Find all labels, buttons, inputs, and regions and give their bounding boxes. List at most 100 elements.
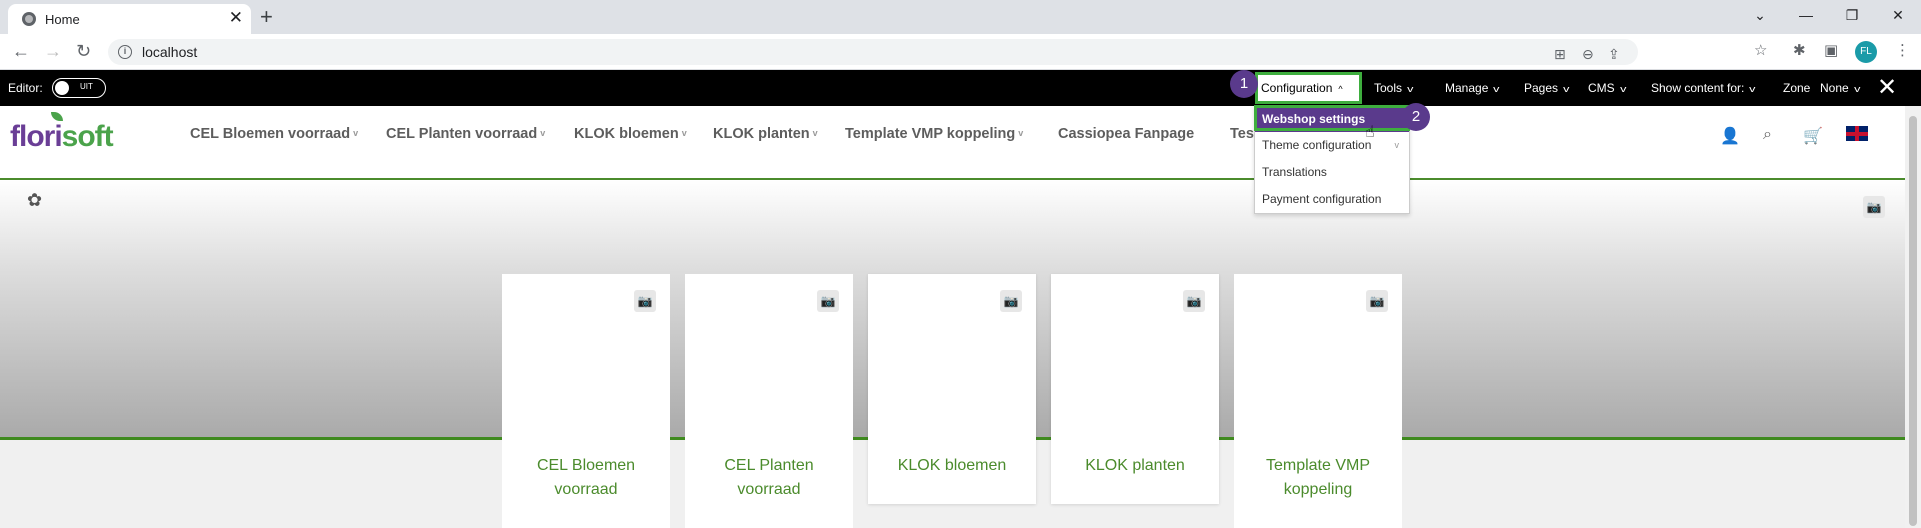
back-icon[interactable]: ← bbox=[12, 40, 30, 62]
window-controls: ⌄ — ❐ ✕ bbox=[1737, 0, 1921, 30]
chevron-down-icon: v bbox=[1407, 84, 1414, 94]
nav-item-cel-bloemen[interactable]: CEL Bloemen voorraad v bbox=[190, 126, 358, 142]
card-title-line: KLOK planten bbox=[1085, 457, 1185, 474]
camera-icon[interactable]: 📷 bbox=[1000, 290, 1022, 312]
menu-cms[interactable]: CMS v bbox=[1588, 81, 1627, 95]
card-title-line: koppeling bbox=[1283, 481, 1353, 498]
nav-label: Tes bbox=[1230, 126, 1254, 142]
camera-icon[interactable]: 📷 bbox=[1366, 290, 1388, 312]
logo-part1: flori bbox=[10, 120, 63, 153]
nav-item-klok-bloemen[interactable]: KLOK bloemen v bbox=[574, 126, 687, 142]
nav-label: CEL Bloemen voorraad bbox=[190, 126, 351, 142]
nav-label: Template VMP koppeling bbox=[845, 126, 1016, 142]
toggle-knob bbox=[55, 81, 69, 95]
category-card[interactable]: 📷 KLOK planten bbox=[1051, 274, 1219, 504]
new-tab-icon[interactable]: + bbox=[260, 4, 273, 30]
nav-item-cel-planten[interactable]: CEL Planten voorraad v bbox=[386, 126, 545, 142]
card-title: Template VMP koppeling bbox=[1234, 454, 1402, 502]
zoom-icon[interactable]: ⊖ bbox=[1582, 46, 1594, 62]
window-close-icon[interactable]: ✕ bbox=[1875, 0, 1921, 30]
menu-manage[interactable]: Manage v bbox=[1445, 81, 1500, 95]
menu-configuration[interactable]: Configuration ^ bbox=[1261, 81, 1343, 95]
camera-icon[interactable]: 📷 bbox=[1863, 196, 1885, 218]
nav-item-cassiopea[interactable]: Cassiopea Fanpage bbox=[1058, 126, 1194, 142]
dropdown-item-label: Theme configuration bbox=[1262, 138, 1372, 152]
restore-icon[interactable]: ❐ bbox=[1829, 0, 1875, 30]
editor-label: Editor: bbox=[8, 81, 43, 95]
dropdown-item-theme-configuration[interactable]: Theme configuration v bbox=[1255, 134, 1409, 156]
menu-show-content-label: Show content for: bbox=[1651, 81, 1745, 95]
menu-tools-label: Tools bbox=[1374, 81, 1403, 95]
editor-toggle[interactable]: UIT bbox=[52, 78, 106, 98]
chevron-down-icon: v bbox=[1563, 84, 1570, 94]
chevron-down-icon: v bbox=[681, 128, 687, 138]
user-icon[interactable]: 👤 bbox=[1720, 126, 1740, 146]
editor-bar: Editor: UIT Tools v Manage v Pages v CMS v S… bbox=[0, 70, 1921, 106]
chevron-down-icon: v bbox=[1749, 84, 1756, 94]
profile-avatar[interactable]: FL bbox=[1855, 41, 1877, 63]
step-marker-1: 1 bbox=[1230, 70, 1258, 98]
nav-label: KLOK bloemen bbox=[574, 126, 679, 142]
minimize-icon[interactable]: — bbox=[1783, 0, 1829, 30]
camera-icon[interactable]: 📷 bbox=[817, 290, 839, 312]
site-header: florisoft CEL Bloemen voorraad v CEL Plan… bbox=[0, 106, 1905, 178]
category-card[interactable]: 📷 Template VMP koppeling bbox=[1234, 274, 1402, 528]
category-card[interactable]: 📷 KLOK bloemen bbox=[868, 274, 1036, 504]
browser-tab[interactable]: Home ✕ bbox=[8, 4, 251, 34]
chevron-down-icon: v bbox=[540, 128, 546, 138]
camera-icon[interactable]: 📷 bbox=[634, 290, 656, 312]
translate-icon[interactable]: ⊞ bbox=[1554, 46, 1566, 62]
step-marker-2: 2 bbox=[1402, 103, 1430, 131]
reload-icon[interactable]: ↻ bbox=[76, 40, 91, 62]
close-editor-icon[interactable]: ✕ bbox=[1877, 75, 1897, 101]
category-card[interactable]: 📷 CEL Bloemen voorraad bbox=[502, 274, 670, 528]
nav-label: KLOK planten bbox=[713, 126, 810, 142]
bookmark-star-icon[interactable]: ☆ bbox=[1754, 42, 1767, 60]
browser-toolbar: ← → ↻ i localhost ⊞ ⊖ ⇪ . ☆ ✱ ▣ FL ⋮ bbox=[0, 34, 1921, 70]
uk-flag-icon[interactable] bbox=[1846, 126, 1868, 141]
nav-item-klok-planten[interactable]: KLOK planten v bbox=[713, 126, 818, 142]
nav-item-tes[interactable]: Tes bbox=[1230, 126, 1254, 142]
nav-label: Cassiopea Fanpage bbox=[1058, 126, 1195, 142]
zone-label: Zone bbox=[1783, 81, 1811, 95]
forward-icon[interactable]: → bbox=[44, 40, 62, 62]
menu-pages-label: Pages bbox=[1524, 81, 1559, 95]
camera-icon[interactable]: 📷 bbox=[1183, 290, 1205, 312]
address-bar[interactable]: i localhost ⊞ ⊖ ⇪ . bbox=[108, 39, 1638, 65]
share-icon[interactable]: ⇪ bbox=[1608, 46, 1620, 62]
extensions-icon[interactable]: ✱ bbox=[1793, 42, 1806, 60]
scrollbar-thumb[interactable] bbox=[1909, 116, 1917, 526]
chevron-down-icon: v bbox=[1619, 84, 1627, 94]
chevron-down-icon: v bbox=[812, 128, 818, 138]
toggle-state: UIT bbox=[80, 82, 93, 91]
tab-close-icon[interactable]: ✕ bbox=[229, 8, 243, 28]
card-title: CEL Planten voorraad bbox=[685, 454, 853, 502]
flower-settings-icon[interactable]: ✿ bbox=[27, 190, 42, 211]
tab-search-icon[interactable]: ⌄ bbox=[1737, 0, 1783, 30]
card-title-line: CEL Planten bbox=[724, 457, 814, 474]
menu-pages[interactable]: Pages v bbox=[1524, 81, 1569, 95]
category-card[interactable]: 📷 CEL Planten voorraad bbox=[685, 274, 853, 528]
menu-show-content-for[interactable]: Show content for: v bbox=[1651, 81, 1756, 95]
dropdown-item-translations[interactable]: Translations bbox=[1255, 161, 1409, 183]
menu-tools[interactable]: Tools v bbox=[1374, 81, 1413, 95]
side-panel-icon[interactable]: ▣ bbox=[1824, 42, 1838, 60]
nav-item-template-vmp[interactable]: Template VMP koppeling v bbox=[845, 126, 1023, 142]
cart-icon[interactable]: 🛒 bbox=[1803, 126, 1823, 146]
chevron-up-icon: ^ bbox=[1338, 84, 1343, 94]
chevron-down-icon: v bbox=[1018, 128, 1024, 138]
zone-select[interactable]: None v bbox=[1820, 81, 1860, 95]
zone-value: None bbox=[1820, 81, 1849, 95]
card-title-line: CEL Bloemen bbox=[536, 457, 636, 474]
menu-cms-label: CMS bbox=[1588, 81, 1615, 95]
page-scrollbar[interactable] bbox=[1905, 106, 1921, 528]
chevron-down-icon: v bbox=[1394, 140, 1400, 150]
menu-kebab-icon[interactable]: ⋮ bbox=[1895, 42, 1910, 60]
search-icon[interactable]: ⌕ bbox=[1763, 126, 1772, 144]
site-info-icon[interactable]: i bbox=[118, 45, 132, 59]
chevron-down-icon: v bbox=[1493, 84, 1500, 94]
florisoft-logo[interactable]: florisoft bbox=[10, 112, 114, 154]
dropdown-item-payment-configuration[interactable]: Payment configuration bbox=[1255, 188, 1409, 210]
browser-tab-bar: Home ✕ + ⌄ — ❐ ✕ bbox=[0, 0, 1921, 34]
chevron-down-icon: v bbox=[353, 128, 359, 138]
